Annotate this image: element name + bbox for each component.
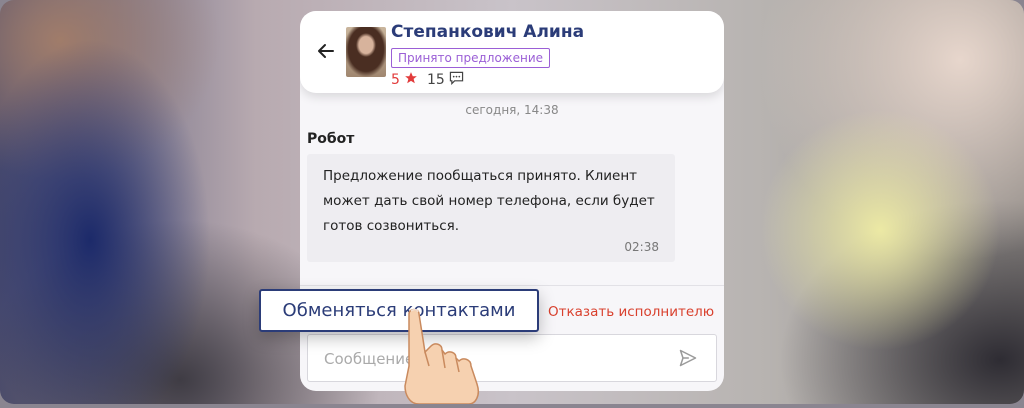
message-time: 02:38 — [624, 240, 659, 254]
decline-executor-button[interactable]: Отказать исполнителю — [548, 304, 714, 320]
contact-name: Степанкович Алина — [391, 22, 585, 42]
rating-value: 5 — [391, 72, 400, 88]
comment-icon — [449, 71, 464, 89]
message-bubble: Предложение пообщаться принято. Клиент м… — [307, 154, 675, 262]
message-sender: Робот — [307, 131, 355, 147]
star-icon — [404, 71, 418, 89]
chat-header: Степанкович Алина Принято предложение 5 … — [300, 11, 724, 93]
send-icon[interactable] — [678, 348, 698, 368]
date-separator: сегодня, 14:38 — [465, 103, 559, 117]
back-arrow-icon[interactable] — [316, 41, 336, 61]
reviews-count: 15 — [427, 72, 445, 88]
status-badge: Принято предложение — [391, 48, 551, 68]
reviews: 15 — [427, 71, 464, 89]
pointing-hand-icon — [395, 306, 525, 405]
avatar[interactable] — [346, 27, 386, 77]
rating: 5 — [391, 71, 418, 89]
message-text: Предложение пообщаться принято. Клиент м… — [323, 168, 655, 234]
